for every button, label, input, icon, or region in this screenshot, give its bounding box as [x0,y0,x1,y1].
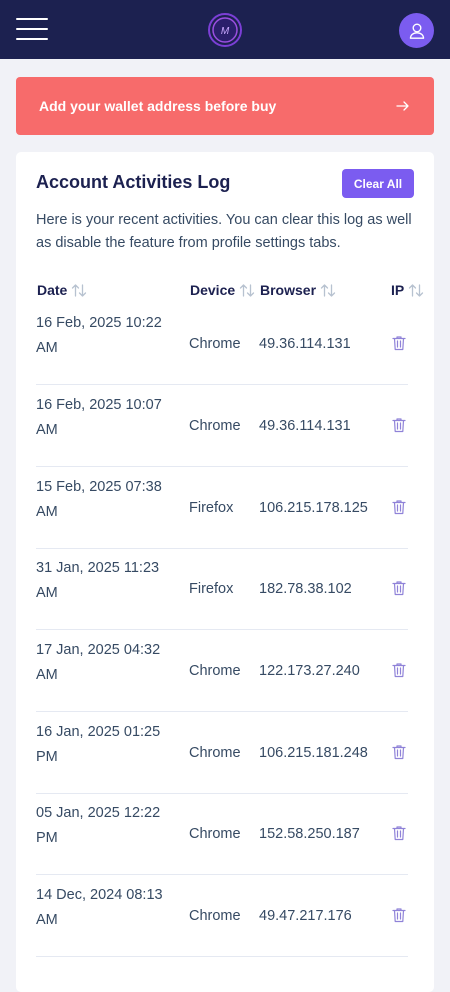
trash-icon[interactable] [392,744,406,760]
trash-icon[interactable] [392,907,406,923]
clear-all-button[interactable]: Clear All [342,169,414,198]
row-date: 17 Jan, 2025 04:32 AM [36,642,161,683]
trash-icon[interactable] [392,417,406,433]
row-ip: 106.215.178.125 [259,500,368,516]
row-ip: 106.215.181.248 [259,745,368,761]
sort-icon [72,283,87,297]
table-row: 31 Jan, 2025 11:23 AM Firefox 182.78.38.… [36,548,408,630]
alert-text: Add your wallet address before buy [39,98,277,114]
row-ip: 49.47.217.176 [259,908,352,924]
row-ip: 152.58.250.187 [259,826,360,842]
row-ip: 49.36.114.131 [259,418,351,434]
row-device: Firefox [189,500,234,516]
user-icon [409,23,424,39]
hamburger-menu-icon[interactable] [16,16,48,42]
activities-card: Account Activities Log Clear All Here is… [16,152,434,992]
arrow-right-icon [396,101,409,111]
column-header-date[interactable]: Date [37,282,87,298]
row-device: Chrome [189,745,241,761]
row-ip: 182.78.38.102 [259,581,352,597]
table-row: 17 Jan, 2025 04:32 AM Chrome 122.173.27.… [36,630,408,712]
card-title: Account Activities Log [36,172,231,192]
table-row: 14 Dec, 2024 08:13 AM Chrome 49.47.217.1… [36,875,408,957]
trash-icon[interactable] [392,662,406,678]
row-device: Chrome [189,418,241,434]
user-avatar-button[interactable] [399,13,434,48]
trash-icon[interactable] [392,335,406,351]
column-header-ip[interactable]: IP [391,282,424,298]
table-row: 05 Jan, 2025 12:22 PM Chrome 152.58.250.… [36,793,408,875]
trash-icon[interactable] [392,825,406,841]
trash-icon[interactable] [392,499,406,515]
sort-icon [409,283,424,297]
row-device: Chrome [189,908,241,924]
sort-icon [240,283,255,297]
row-date: 14 Dec, 2024 08:13 AM [36,887,163,928]
card-description: Here is your recent activities. You can … [36,212,412,251]
row-device: Firefox [189,581,234,597]
row-device: Chrome [189,336,241,352]
row-date: 31 Jan, 2025 11:23 AM [36,560,160,601]
svg-text:M: M [221,26,230,37]
row-ip: 49.36.114.131 [259,336,351,352]
row-device: Chrome [189,663,241,679]
row-date: 16 Feb, 2025 10:22 AM [36,315,162,356]
row-date: 16 Jan, 2025 01:25 PM [36,724,161,765]
column-header-device[interactable]: Device [190,282,255,298]
table-row: 15 Feb, 2025 07:38 AM Firefox 106.215.17… [36,467,408,549]
row-date: 16 Feb, 2025 10:07 AM [36,397,162,438]
trash-icon[interactable] [392,580,406,596]
table-row: 16 Feb, 2025 10:22 AM Chrome 49.36.114.1… [36,303,408,385]
sort-icon [320,283,336,297]
table-row: 16 Feb, 2025 10:07 AM Chrome 49.36.114.1… [36,385,408,467]
wallet-alert-banner[interactable]: Add your wallet address before buy [16,77,434,135]
table-row: 16 Jan, 2025 01:25 PM Chrome 106.215.181… [36,712,408,794]
row-ip: 122.173.27.240 [259,663,360,679]
row-date: 05 Jan, 2025 12:22 PM [36,805,161,846]
column-header-browser[interactable]: Browser [260,282,336,298]
row-device: Chrome [189,826,241,842]
brand-logo-icon[interactable]: M [207,12,243,48]
top-bar: M [0,0,450,59]
row-date: 15 Feb, 2025 07:38 AM [36,479,162,520]
